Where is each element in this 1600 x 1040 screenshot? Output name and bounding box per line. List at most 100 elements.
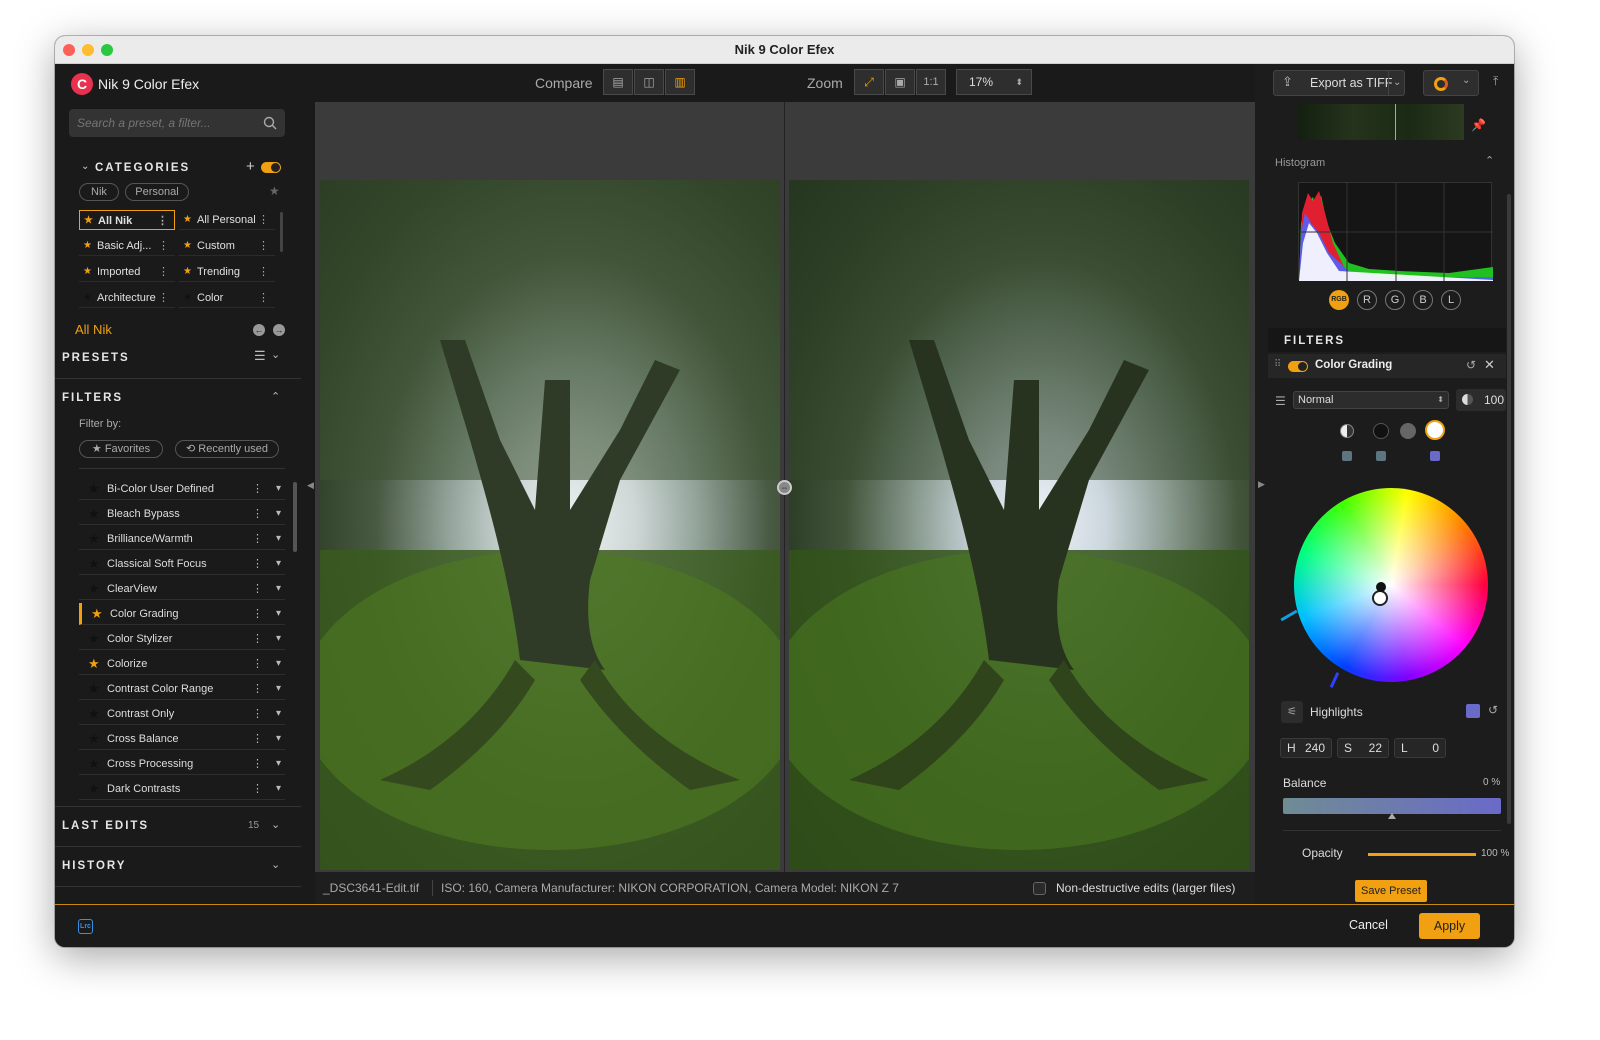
next-arrow-icon[interactable]: → [273, 324, 285, 336]
drag-handle-icon[interactable]: ⠿ [1274, 359, 1281, 370]
zoom-fill-icon[interactable]: ▣ [885, 69, 915, 95]
more-icon[interactable]: ⋮ [157, 211, 168, 231]
compare-single-icon[interactable]: ▤ [603, 69, 633, 95]
category-all-nik[interactable]: ★ All Nik ⋮ [79, 210, 175, 230]
reset-icon[interactable]: ↺ [1466, 358, 1476, 372]
cancel-button[interactable]: Cancel [1349, 918, 1388, 932]
filter-row[interactable]: ★ Cross Processing ⋮ ▾ [79, 753, 285, 775]
chevron-down-icon[interactable]: ▾ [276, 678, 281, 700]
histogram-collapse-icon[interactable]: ⌃ [1485, 154, 1494, 167]
histogram-channel-rgb[interactable]: RGB [1329, 290, 1349, 310]
filter-row[interactable]: ★ Contrast Color Range ⋮ ▾ [79, 678, 285, 700]
tab-personal[interactable]: Personal [125, 183, 189, 201]
save-preset-button[interactable]: Save Preset [1355, 880, 1427, 902]
category-trending[interactable]: ★ Trending ⋮ [179, 262, 275, 282]
zoom-select[interactable]: 17% ⬍ [956, 69, 1032, 95]
more-icon[interactable]: ⋮ [252, 503, 263, 525]
saturation-field[interactable]: S 22 [1337, 738, 1389, 758]
collapse-left-icon[interactable]: ◀ [307, 480, 314, 491]
pin-icon[interactable]: 📌 [1471, 118, 1486, 132]
wheel-marker-bottom[interactable] [1329, 672, 1340, 688]
categories-scrollbar[interactable] [280, 212, 283, 252]
search-box[interactable] [69, 109, 285, 137]
opacity-slider[interactable] [1368, 853, 1476, 856]
chevron-down-icon[interactable]: ▾ [276, 503, 281, 525]
filter-row[interactable]: ★ Cross Balance ⋮ ▾ [79, 728, 285, 750]
more-icon[interactable]: ⋮ [258, 288, 269, 308]
more-icon[interactable]: ⋮ [158, 236, 169, 256]
histogram-channel-r[interactable]: R [1357, 290, 1377, 310]
chevron-down-icon[interactable]: ▾ [276, 478, 281, 500]
category-color[interactable]: ★ Color ⋮ [179, 288, 275, 308]
filter-row[interactable]: ★ Brilliance/Warmth ⋮ ▾ [79, 528, 285, 550]
color-wheel-center-dot[interactable] [1376, 582, 1386, 592]
histogram-channel-b[interactable]: B [1413, 290, 1433, 310]
star-icon[interactable]: ★ [88, 478, 100, 500]
more-icon[interactable]: ⋮ [252, 678, 263, 700]
search-input[interactable] [77, 109, 257, 137]
apply-button[interactable]: Apply [1419, 913, 1480, 939]
collapse-right-icon[interactable]: ▶ [1258, 479, 1265, 490]
star-icon[interactable]: ★ [91, 603, 103, 625]
more-icon[interactable]: ⋮ [252, 753, 263, 775]
lightness-field[interactable]: L0 [1394, 738, 1446, 758]
color-wheel[interactable] [1294, 488, 1488, 682]
filter-row[interactable]: ★ Bi-Color User Defined ⋮ ▾ [79, 478, 285, 500]
filter-row[interactable]: ★ Contrast Only ⋮ ▾ [79, 703, 285, 725]
filter-row[interactable]: ★ Colorize ⋮ ▾ [79, 653, 285, 675]
close-icon[interactable]: ✕ [1484, 357, 1495, 373]
more-icon[interactable]: ⋮ [252, 478, 263, 500]
chevron-down-icon[interactable]: ▾ [276, 703, 281, 725]
more-icon[interactable]: ⋮ [252, 528, 263, 550]
last-edits-chevron-icon[interactable]: ⌄ [271, 818, 280, 831]
split-handle-icon[interactable]: ⇔ [777, 480, 792, 495]
chevron-down-icon[interactable]: ▾ [276, 628, 281, 650]
zone-color-swatch[interactable] [1466, 704, 1480, 718]
more-icon[interactable]: ⋮ [158, 288, 169, 308]
categories-toggle[interactable] [261, 162, 281, 173]
more-icon[interactable]: ⋮ [252, 728, 263, 750]
nondestructive-checkbox[interactable] [1033, 882, 1046, 895]
chevron-down-icon[interactable]: ▾ [276, 528, 281, 550]
zone-highlights-icon[interactable] [1425, 420, 1445, 440]
navigator-thumbnail[interactable]: 📌 [1298, 104, 1486, 140]
stepper-icon[interactable]: ⬍ [1015, 70, 1023, 94]
star-icon[interactable]: ★ [88, 703, 100, 725]
more-icon[interactable]: ⋮ [252, 628, 263, 650]
search-icon[interactable] [263, 116, 277, 130]
color-wheel-handle[interactable] [1372, 590, 1388, 606]
zone-shadows-icon[interactable] [1373, 423, 1389, 439]
star-icon[interactable]: ★ [88, 678, 100, 700]
star-icon[interactable]: ★ [88, 753, 100, 775]
zoom-fit-icon[interactable]: ⤢ [854, 69, 884, 95]
chevron-down-icon[interactable]: ▾ [276, 653, 281, 675]
pin-star-icon[interactable]: ★ [269, 184, 280, 198]
histogram-channel-l[interactable]: L [1441, 290, 1461, 310]
right-panel-scrollbar[interactable] [1507, 194, 1511, 824]
more-icon[interactable]: ⋮ [252, 603, 263, 625]
chevron-down-icon[interactable]: ▾ [276, 553, 281, 575]
add-category-icon[interactable]: + [246, 158, 255, 175]
star-icon[interactable]: ★ [88, 778, 100, 800]
star-icon[interactable]: ★ [88, 528, 100, 550]
menu-icon[interactable]: ☰ [1275, 394, 1286, 408]
recently-used-filter-button[interactable]: ⟲ Recently used [175, 440, 279, 458]
more-icon[interactable]: ⋮ [258, 236, 269, 256]
balance-slider[interactable] [1283, 798, 1501, 819]
filter-opacity-field[interactable]: 100 [1456, 389, 1506, 411]
filter-row[interactable]: ★ Color Stylizer ⋮ ▾ [79, 628, 285, 650]
filters-scrollbar[interactable] [293, 482, 297, 552]
more-icon[interactable]: ⋮ [252, 703, 263, 725]
presets-chevron-icon[interactable]: ⌄ [271, 348, 280, 361]
more-icon[interactable]: ⋮ [252, 778, 263, 800]
plugin-menu-button[interactable]: ⌄ [1423, 70, 1479, 96]
histogram-channel-g[interactable]: G [1385, 290, 1405, 310]
category-basic-adj[interactable]: ★ Basic Adj... ⋮ [79, 236, 175, 256]
balance-slider-thumb[interactable] [1388, 813, 1396, 819]
chevron-down-icon[interactable]: ▾ [276, 603, 281, 625]
more-icon[interactable]: ⋮ [158, 262, 169, 282]
category-custom[interactable]: ★ Custom ⋮ [179, 236, 275, 256]
star-icon[interactable]: ★ [88, 728, 100, 750]
star-icon[interactable]: ★ [88, 628, 100, 650]
chevron-down-icon[interactable]: ▾ [276, 778, 281, 800]
